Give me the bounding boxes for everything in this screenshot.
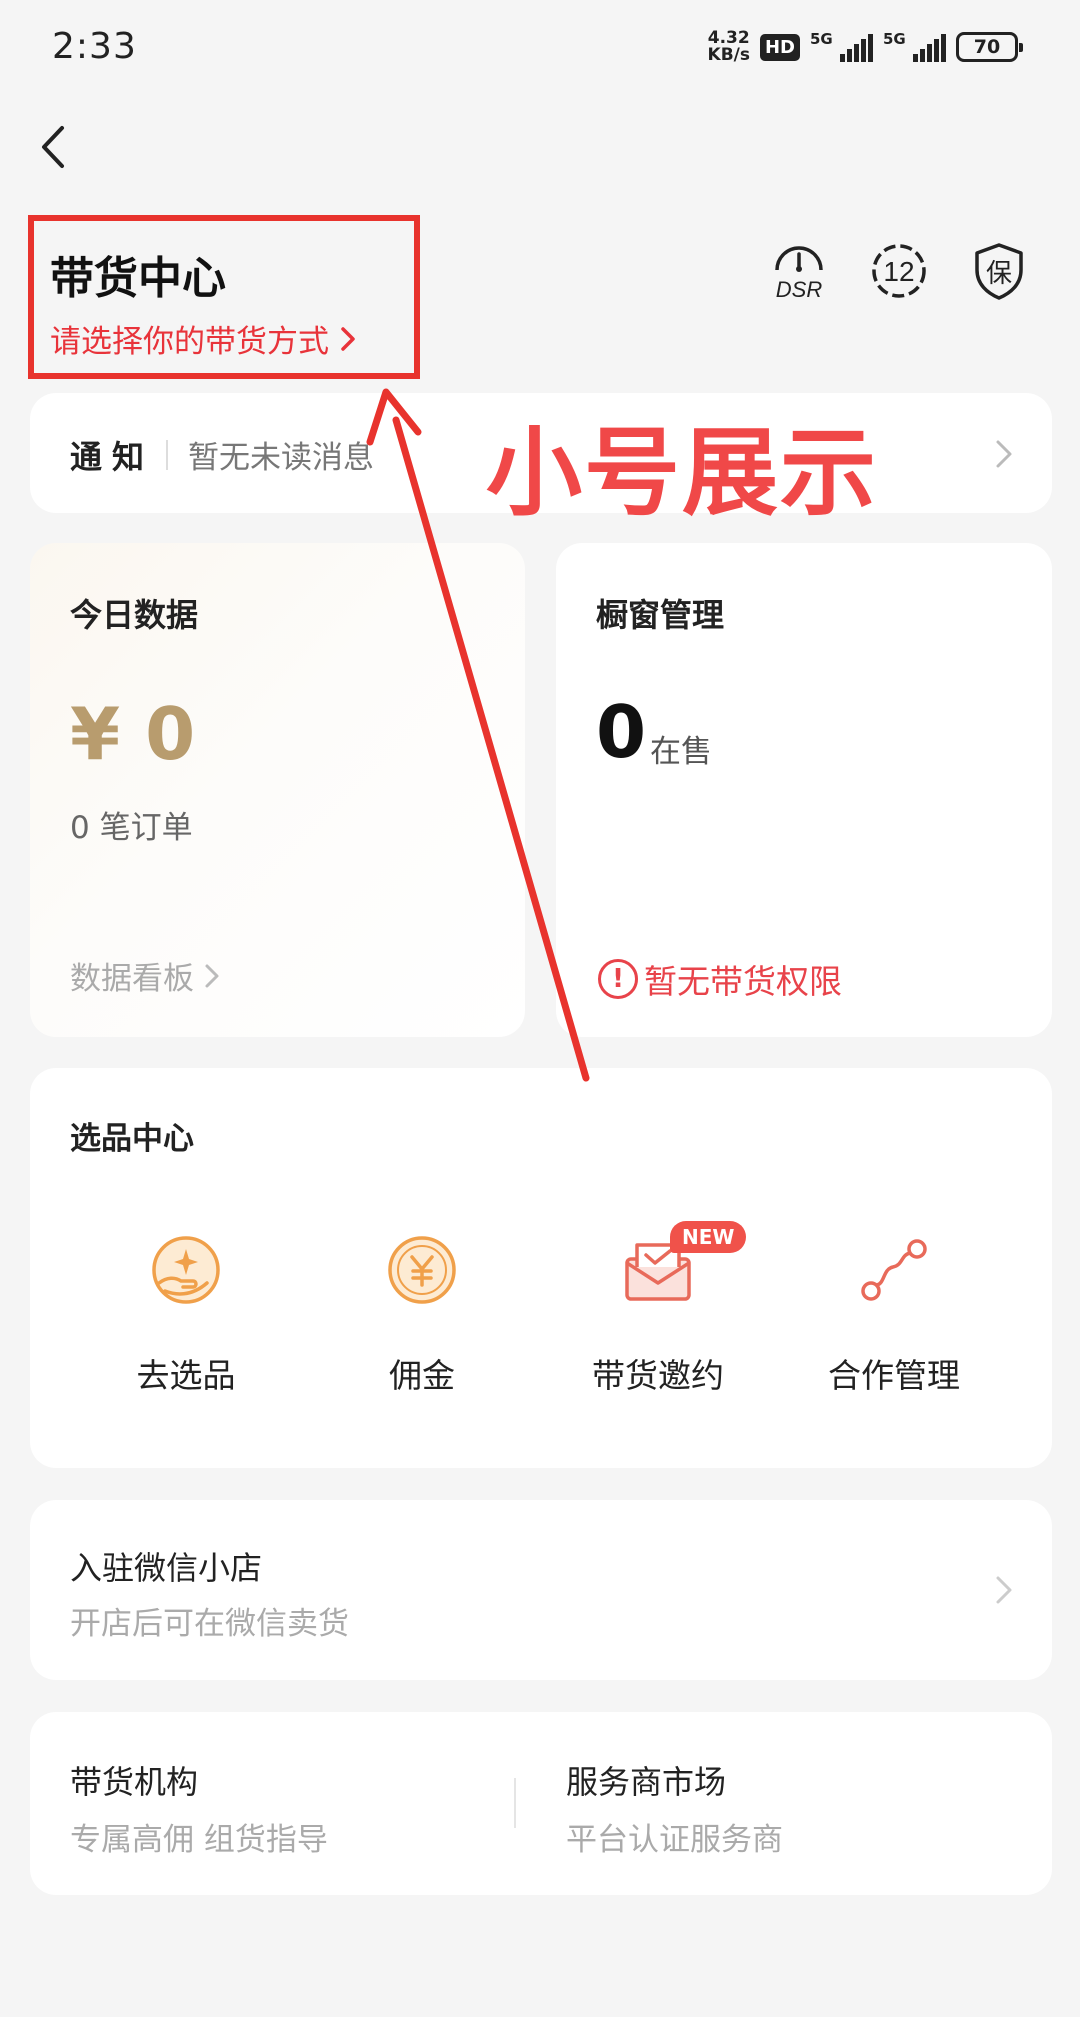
shield-bao-icon[interactable]: 保 (968, 240, 1030, 302)
permission-alert: ! 暂无带货权限 (598, 955, 842, 1003)
svg-text:DSR: DSR (776, 277, 823, 302)
service-market-subtitle: 平台认证服务商 (566, 1822, 783, 1858)
chevron-right-icon (205, 964, 219, 987)
feature-label: 佣金 (389, 1356, 455, 1395)
service-market-title: 服务商市场 (566, 1763, 727, 1801)
feature-label: 去选品 (136, 1356, 236, 1395)
alert-icon: ! (598, 959, 638, 999)
badge-12-icon[interactable]: 12 (868, 240, 930, 302)
dashboard-link[interactable]: 数据看板 (70, 953, 220, 998)
notice-label: 通知 (70, 438, 155, 476)
chevron-right-icon (996, 1576, 1012, 1604)
agency-title: 带货机构 (70, 1763, 199, 1801)
dsr-gauge-icon[interactable]: DSR (768, 240, 830, 302)
today-data-title: 今日数据 (70, 596, 199, 634)
on-sale-count: 0 (596, 690, 647, 774)
wechat-shop-subtitle: 开店后可在微信卖货 (70, 1606, 349, 1642)
wechat-shop-title: 入驻微信小店 (70, 1549, 263, 1587)
net-speed: 4.32 KB/s (707, 28, 750, 65)
divider (166, 440, 168, 470)
status-time: 2:33 (52, 26, 137, 67)
back-button[interactable] (34, 122, 74, 172)
notice-text: 暂无未读消息 (188, 440, 374, 476)
annotation-highlight-box (28, 215, 420, 379)
select-products-button[interactable]: 去选品 (86, 1225, 286, 1397)
commission-button[interactable]: 佣金 (322, 1225, 522, 1397)
battery-icon: 70 (956, 32, 1023, 62)
permission-alert-text: 暂无带货权限 (644, 962, 842, 1001)
svg-text:保: 保 (986, 259, 1012, 289)
new-badge: NEW (670, 1221, 747, 1253)
agency-subtitle: 专属高佣 组货指导 (70, 1822, 328, 1858)
service-market-entry[interactable] (516, 1712, 1052, 1895)
signal-sim1-icon: 5G (810, 30, 873, 62)
svg-text:12: 12 (883, 256, 914, 287)
select-center-title: 选品中心 (70, 1121, 194, 1157)
today-orders: 0 笔订单 (70, 810, 193, 846)
link-nodes-icon (861, 1239, 927, 1301)
agency-entry[interactable] (30, 1712, 514, 1895)
chevron-left-icon (42, 126, 64, 168)
signal-sim2-icon: 5G (883, 30, 946, 62)
cooperation-button[interactable]: 合作管理 (794, 1225, 994, 1397)
wechat-shop-card[interactable] (30, 1500, 1052, 1680)
today-amount: ¥ 0 (70, 692, 196, 776)
chevron-right-icon (996, 440, 1012, 468)
yuan-coin-icon (388, 1236, 456, 1304)
hd-icon: HD (759, 33, 800, 61)
feature-label: 带货邀约 (592, 1356, 724, 1395)
on-sale-label: 在售 (650, 734, 712, 770)
status-indicators: 4.32 KB/s HD 5G 5G 70 (707, 28, 1023, 65)
window-manage-title: 橱窗管理 (596, 596, 725, 634)
annotation-text: 小号展示 (486, 417, 878, 529)
feature-label: 合作管理 (828, 1356, 960, 1395)
dashboard-link-label: 数据看板 (70, 961, 194, 997)
hand-sparkle-icon (152, 1236, 220, 1304)
